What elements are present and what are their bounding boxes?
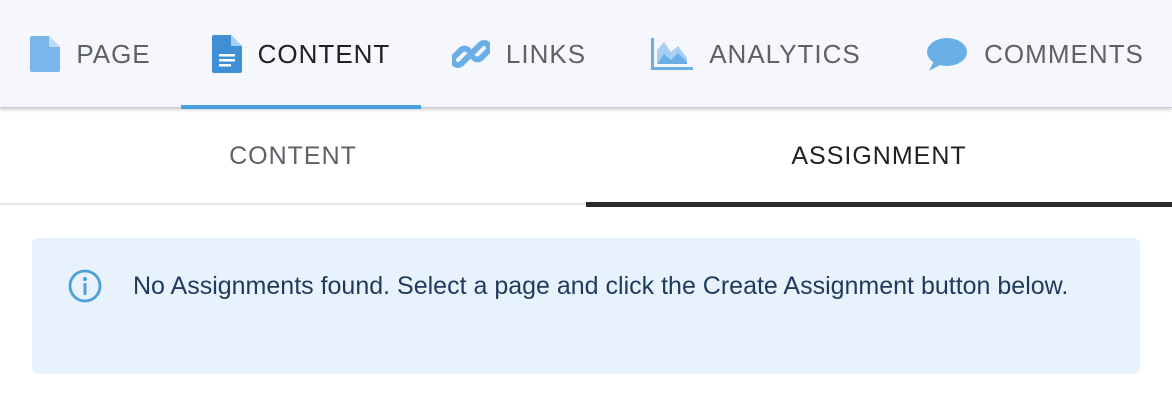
tab-comments-label: COMMENTS: [984, 38, 1144, 69]
subtab-content[interactable]: CONTENT: [0, 108, 586, 205]
area-chart-icon: [651, 38, 694, 70]
active-tab-indicator: [181, 105, 421, 109]
subtab-assignment[interactable]: ASSIGNMENT: [586, 108, 1172, 207]
top-tab-bar: PAGE CONTENT LINKS ANALYTICS COMMENTS: [0, 0, 1172, 109]
tab-page[interactable]: PAGE: [0, 0, 181, 108]
tab-links[interactable]: LINKS: [421, 0, 617, 108]
subtab-assignment-label: ASSIGNMENT: [791, 142, 967, 170]
sub-tab-bar: CONTENT ASSIGNMENT: [0, 108, 1172, 207]
active-subtab-indicator: [586, 202, 1172, 207]
tab-content-label: CONTENT: [257, 38, 391, 69]
tab-comments[interactable]: COMMENTS: [905, 0, 1165, 108]
tab-links-label: LINKS: [505, 38, 587, 69]
tab-analytics[interactable]: ANALYTICS: [625, 0, 887, 108]
tab-content[interactable]: CONTENT: [181, 0, 421, 109]
tab-page-label: PAGE: [76, 38, 151, 69]
tab-analytics-label: ANALYTICS: [709, 38, 861, 69]
document-icon: [30, 36, 61, 72]
info-alert: No Assignments found. Select a page and …: [32, 238, 1140, 374]
link-icon: [451, 35, 490, 73]
alert-message: No Assignments found. Select a page and …: [133, 272, 1069, 300]
info-circle-icon: [68, 269, 102, 308]
document-lines-icon: [211, 35, 242, 73]
speech-bubble-icon: [926, 37, 968, 71]
subtab-content-label: CONTENT: [229, 142, 357, 170]
